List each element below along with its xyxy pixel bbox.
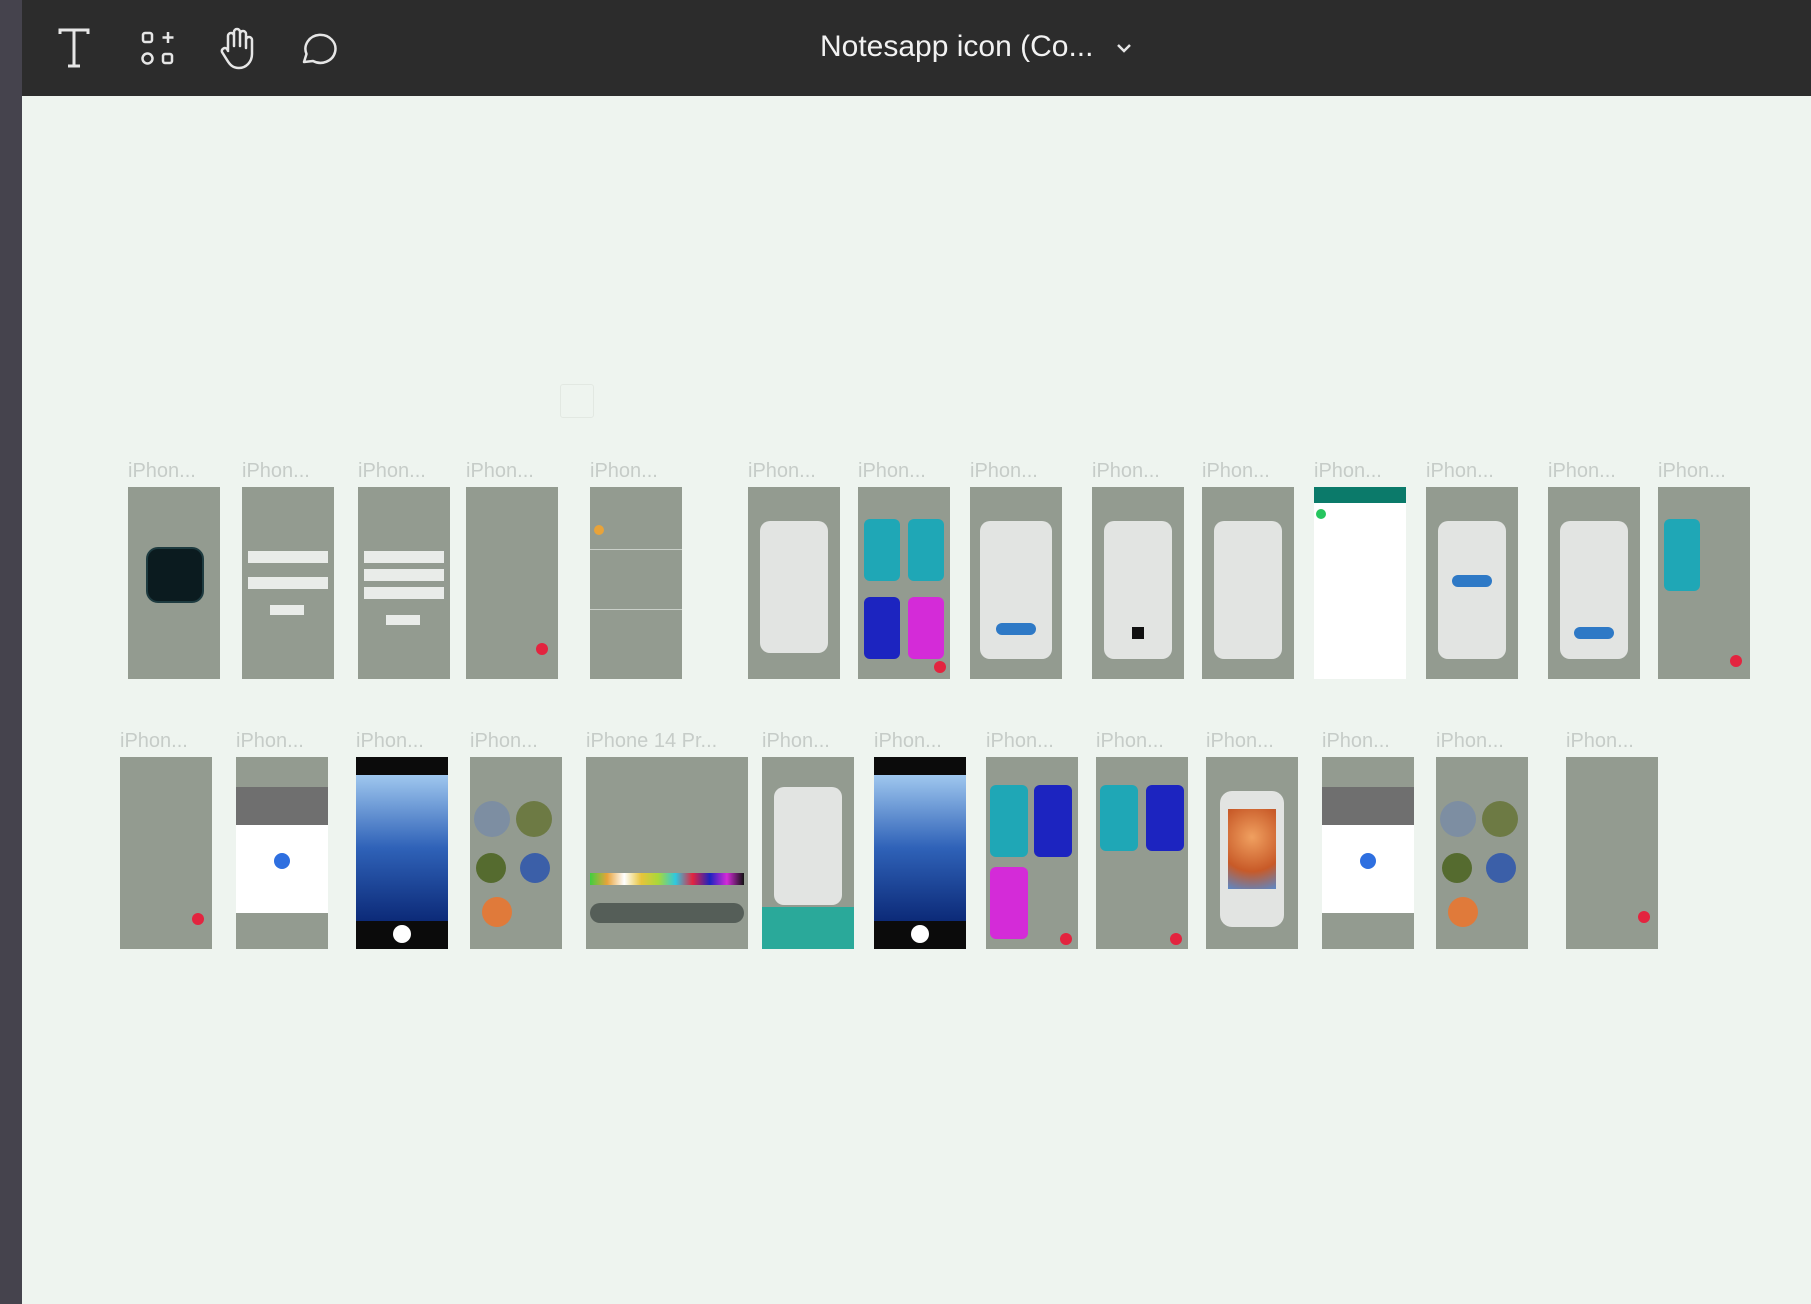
frame-notes-empty-2 xyxy=(120,757,212,949)
components-icon xyxy=(141,31,174,65)
file-title[interactable]: Notesapp icon (Co... xyxy=(820,30,1093,64)
hand-tool-button[interactable] xyxy=(210,20,266,76)
frame-label: iPhone 14 Pr... xyxy=(586,730,718,752)
frame-label: iPhon... xyxy=(1314,460,1382,482)
frame-label: iPhon... xyxy=(590,460,658,482)
frame-notes-empty-3 xyxy=(1566,757,1658,949)
frame-label: iPhon... xyxy=(1092,460,1160,482)
design-canvas[interactable]: iPhon... iPhon... iPhon... iPhon... iPho… xyxy=(22,96,1811,1304)
frame-note-teal xyxy=(762,757,854,949)
frame-single-note xyxy=(1658,487,1750,679)
frame-contacts xyxy=(1314,487,1406,679)
frame-splash xyxy=(128,487,220,679)
frame-label: iPhon... xyxy=(358,460,426,482)
frame-note-save xyxy=(970,487,1062,679)
text-tool-button[interactable] xyxy=(46,20,102,76)
frame-share-options xyxy=(1202,487,1294,679)
frame-label: iPhon... xyxy=(748,460,816,482)
frame-label: iPhon... xyxy=(1566,730,1634,752)
frame-label: iPhon... xyxy=(1322,730,1390,752)
frame-label: iPhon... xyxy=(1426,460,1494,482)
frame-notes-grid-3 xyxy=(1096,757,1188,949)
comment-tool-button[interactable] xyxy=(290,20,346,76)
frame-camera-2 xyxy=(874,757,966,949)
frame-label: iPhon... xyxy=(858,460,926,482)
frame-label: iPhon... xyxy=(1658,460,1726,482)
frame-notes-grid xyxy=(858,487,950,679)
frame-label: iPhon... xyxy=(1096,730,1164,752)
frame-camera xyxy=(356,757,448,949)
frame-menu-drawer xyxy=(590,487,682,679)
frame-label: iPhon... xyxy=(128,460,196,482)
hand-icon xyxy=(220,27,254,70)
frame-label: iPhon... xyxy=(874,730,942,752)
frame-label: iPhon... xyxy=(466,460,534,482)
frame-label: iPhon... xyxy=(1202,460,1270,482)
frame-google-signin-2 xyxy=(1322,757,1414,949)
frame-color-picker xyxy=(586,757,748,949)
frame-label: iPhon... xyxy=(1206,730,1274,752)
components-tool-button[interactable] xyxy=(130,20,186,76)
comment-icon xyxy=(302,33,337,65)
app-logo xyxy=(146,547,204,603)
frame-label: iPhon... xyxy=(970,460,1038,482)
add-fab xyxy=(536,643,548,655)
top-toolbar: Notesapp icon (Co... xyxy=(22,0,1811,96)
frame-note-actions xyxy=(1092,487,1184,679)
text-icon xyxy=(58,28,90,68)
frame-gallery-2 xyxy=(1436,757,1528,949)
frame-reminder xyxy=(1548,487,1640,679)
frame-notes-empty xyxy=(466,487,558,679)
frame-label: iPhon... xyxy=(356,730,424,752)
canvas-ghost-marker xyxy=(560,384,594,418)
frame-delete-confirm xyxy=(1426,487,1518,679)
frame-signin xyxy=(242,487,334,679)
frame-gallery xyxy=(470,757,562,949)
frame-label: iPhon... xyxy=(762,730,830,752)
frame-label: iPhon... xyxy=(470,730,538,752)
frame-image-note xyxy=(1206,757,1298,949)
frame-notes-grid-2 xyxy=(986,757,1078,949)
frame-label: iPhon... xyxy=(120,730,188,752)
frame-label: iPhon... xyxy=(1436,730,1504,752)
frame-label: iPhon... xyxy=(1548,460,1616,482)
frame-label: iPhon... xyxy=(236,730,304,752)
chevron-down-icon[interactable] xyxy=(1112,36,1136,60)
frame-label: iPhon... xyxy=(986,730,1054,752)
frame-google-signin xyxy=(236,757,328,949)
frame-label: iPhon... xyxy=(242,460,310,482)
frame-note-text xyxy=(748,487,840,679)
frame-signup xyxy=(358,487,450,679)
